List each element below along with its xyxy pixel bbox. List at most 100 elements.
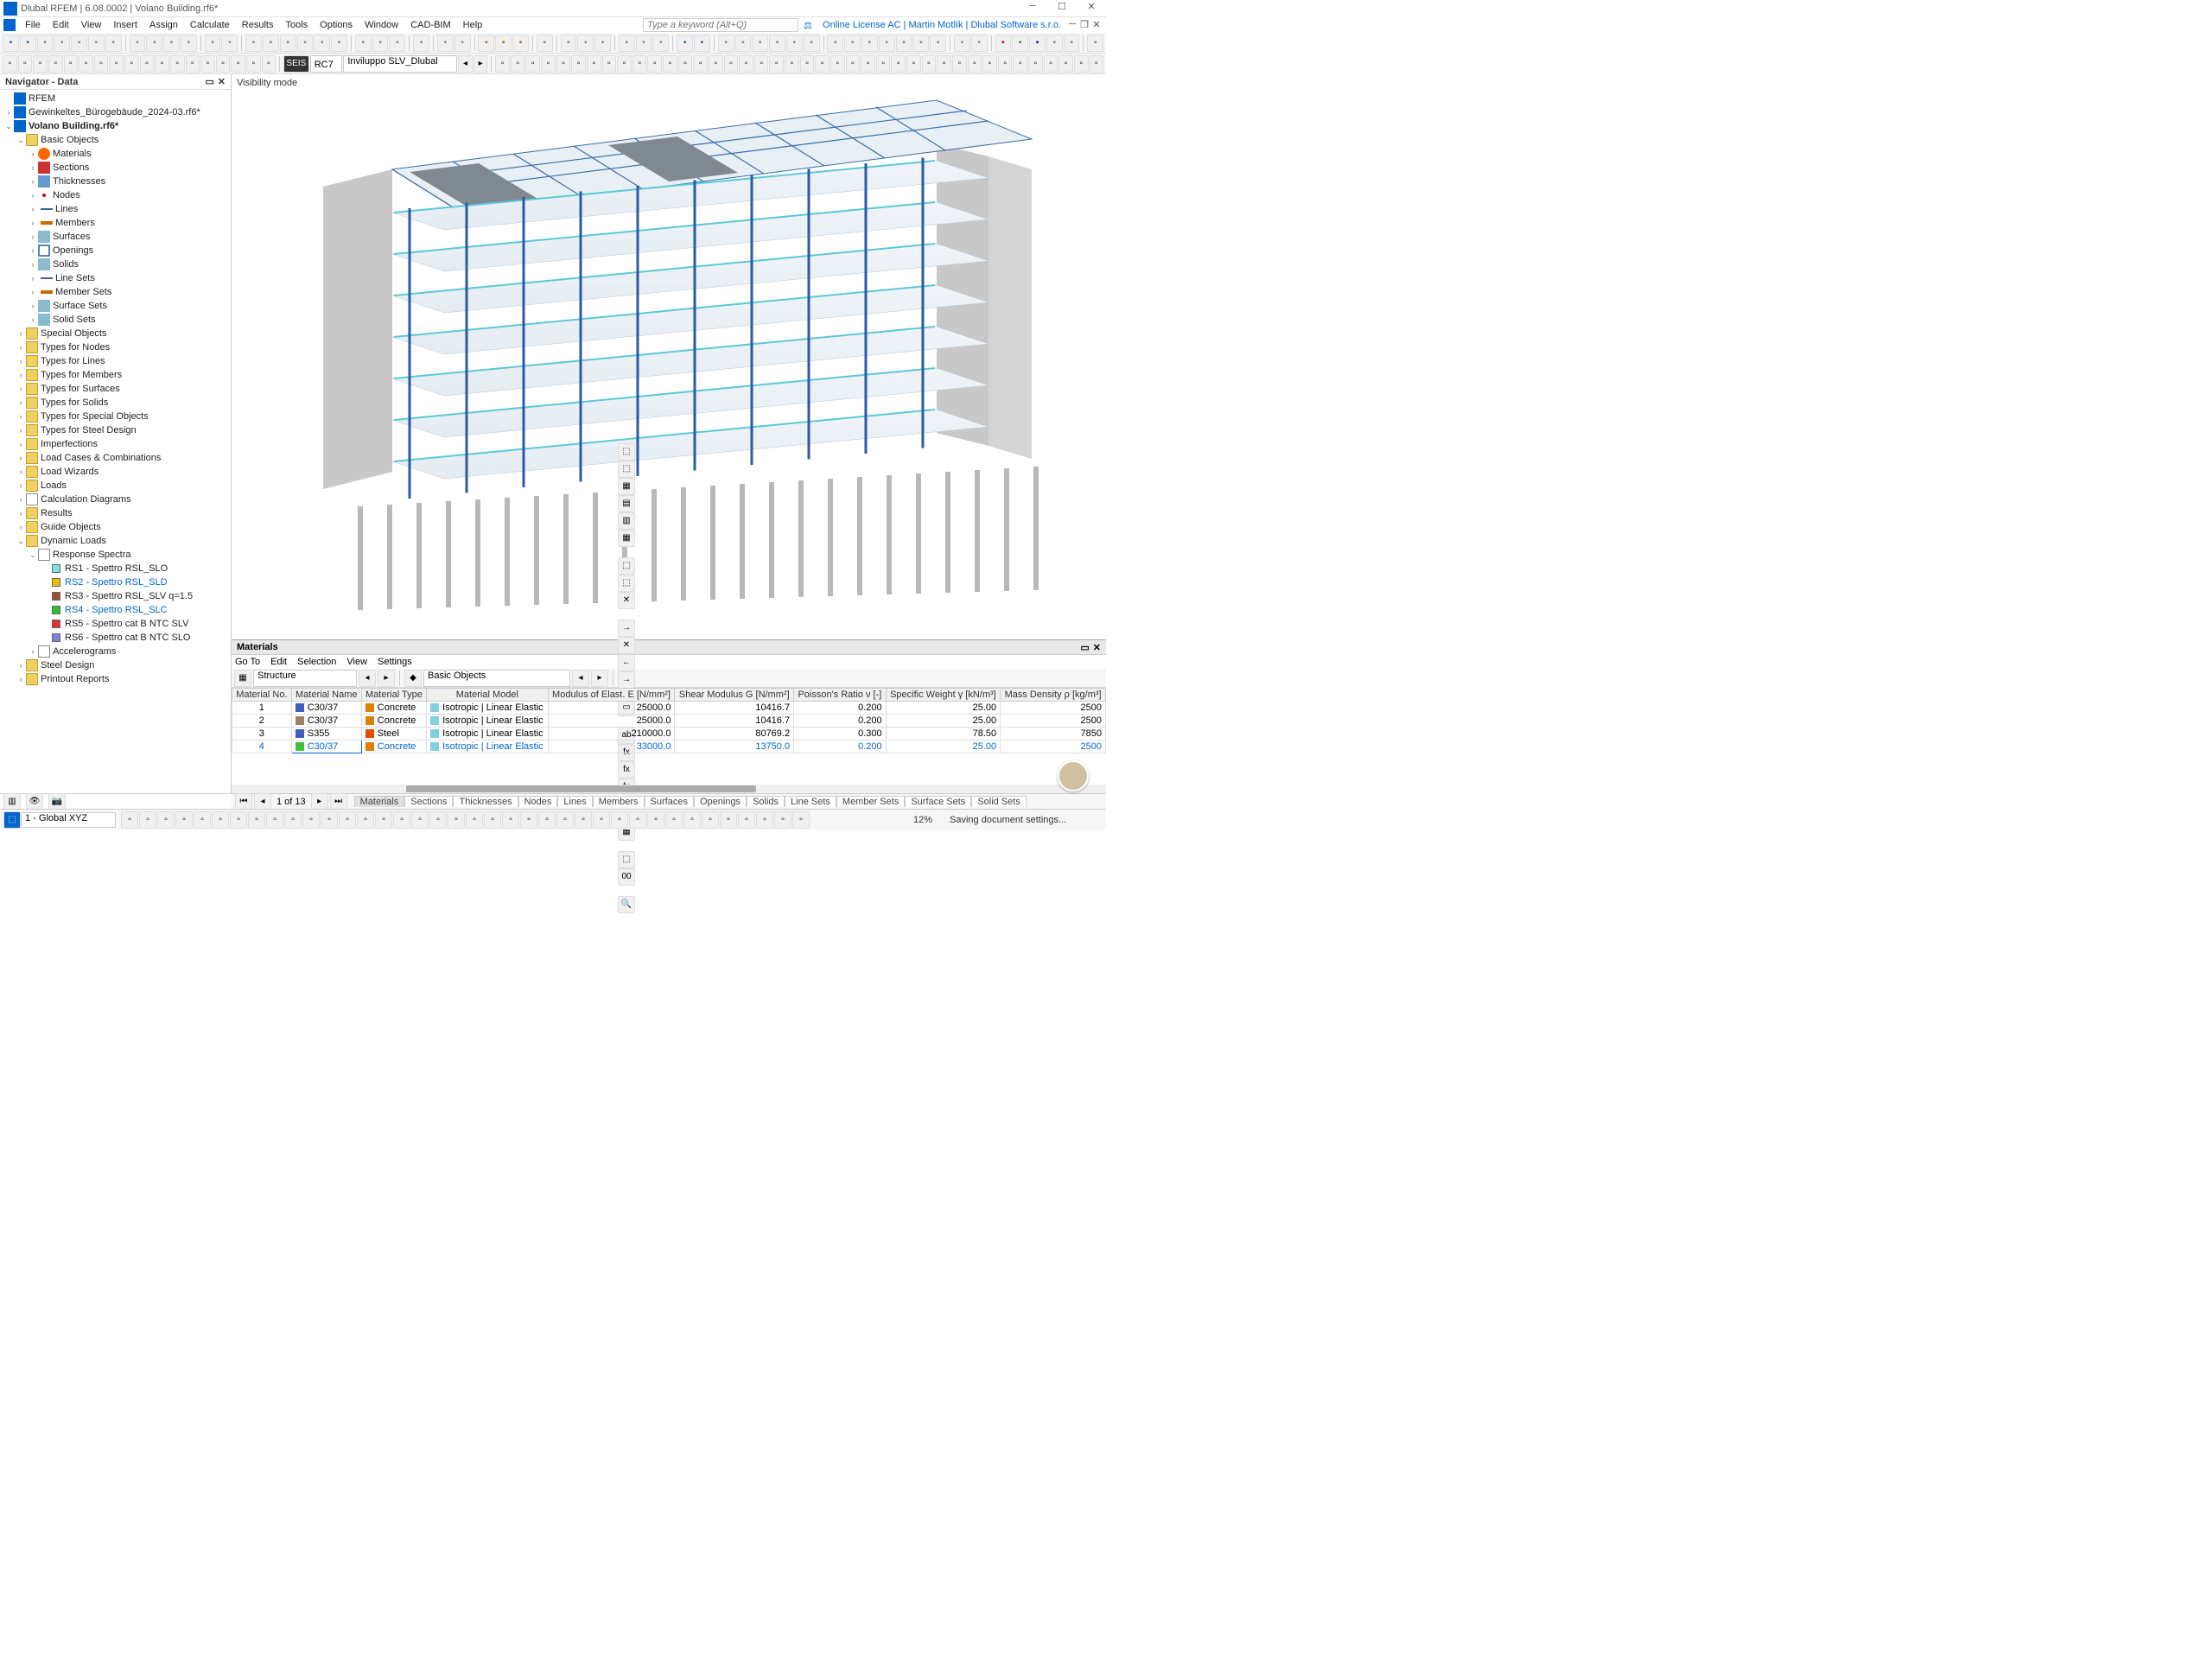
tree-solids[interactable]: › Solids: [0, 257, 231, 271]
materials-undock-button[interactable]: ▭: [1080, 642, 1089, 653]
tb2-btn-3[interactable]: ▫: [48, 55, 63, 73]
tb2-r-25[interactable]: ▫: [876, 55, 891, 73]
mtb-26[interactable]: ⬚: [618, 851, 635, 868]
tb1-btn-70[interactable]: ▪: [1046, 35, 1063, 52]
tb2-r-10[interactable]: ▫: [647, 55, 662, 73]
tab-sections[interactable]: Sections: [404, 796, 453, 807]
tb2-r-11[interactable]: ▫: [663, 55, 677, 73]
tree-special objects[interactable]: › Special Objects: [0, 327, 231, 340]
table-row[interactable]: 3 S355 Steel Isotropic | Linear Elastic …: [232, 728, 1106, 741]
bb-btn-29[interactable]: ▫: [647, 811, 664, 829]
tree-basic objects[interactable]: ⌄ Basic Objects: [0, 133, 231, 147]
tree-rs2 - spettro rsl_sld[interactable]: RS2 - Spettro RSL_SLD: [0, 575, 231, 589]
tb1-btn-1[interactable]: ▪: [20, 35, 36, 52]
tb2-r-16[interactable]: ▫: [739, 55, 753, 73]
prev-page-button[interactable]: ◂: [254, 793, 271, 810]
bb-btn-12[interactable]: ▫: [339, 811, 356, 829]
col-header[interactable]: Poisson's Ratio ν [-]: [794, 689, 887, 702]
tree-dynamic loads[interactable]: ⌄ Dynamic Loads: [0, 534, 231, 548]
tb1-btn-54[interactable]: ▪: [804, 35, 820, 52]
eye-icon[interactable]: 👁: [26, 793, 43, 810]
tree-lines[interactable]: › Lines: [0, 202, 231, 216]
tb1-btn-30[interactable]: ▪: [454, 35, 471, 52]
tb1-btn-34[interactable]: ▪: [512, 35, 529, 52]
tb1-btn-18[interactable]: ▪: [280, 35, 296, 52]
tb2-btn-8[interactable]: ▫: [124, 55, 139, 73]
prev-button[interactable]: ◂: [359, 670, 376, 687]
tb1-btn-39[interactable]: ▪: [577, 35, 594, 52]
tb2-r-4[interactable]: ▫: [556, 55, 571, 73]
tb1-btn-36[interactable]: ▪: [537, 35, 553, 52]
mat-menu-go-to[interactable]: Go To: [235, 657, 260, 667]
tb2-r-31[interactable]: ▫: [968, 55, 982, 73]
bb-btn-15[interactable]: ▫: [393, 811, 410, 829]
tb2-btn-12[interactable]: ▫: [186, 55, 200, 73]
tb1-btn-2[interactable]: ▪: [37, 35, 54, 52]
tree-surfaces[interactable]: › Surfaces: [0, 230, 231, 244]
coord-system-combo[interactable]: 1 - Global XYZ: [21, 812, 116, 828]
tb1-btn-64[interactable]: ▪: [954, 35, 970, 52]
tb1-btn-38[interactable]: ▪: [561, 35, 577, 52]
tb2-r-27[interactable]: ▫: [906, 55, 921, 73]
tb2-r-34[interactable]: ▫: [1013, 55, 1027, 73]
col-header[interactable]: Mass Density ρ [kg/m³]: [1001, 689, 1106, 702]
tree-printout reports[interactable]: › Printout Reports: [0, 672, 231, 686]
tree-rs6 - spettro cat b ntc slo[interactable]: RS6 - Spettro cat B NTC SLO: [0, 631, 231, 645]
col-header[interactable]: Specific Weight γ [kN/m³]: [886, 689, 1001, 702]
mtb-29[interactable]: 🔍: [618, 896, 635, 913]
next-page-button[interactable]: ▸: [311, 793, 328, 810]
tree-surface sets[interactable]: › Surface Sets: [0, 299, 231, 313]
menu-insert[interactable]: Insert: [107, 20, 143, 30]
col-header[interactable]: Material Name: [291, 689, 361, 702]
materials-table[interactable]: Material No.Material NameMaterial TypeMa…: [232, 688, 1106, 785]
structure-combo[interactable]: Structure: [253, 670, 357, 687]
tab-nodes[interactable]: Nodes: [518, 796, 558, 807]
tb1-btn-58[interactable]: ▪: [861, 35, 878, 52]
tree-accelerograms[interactable]: › Accelerograms: [0, 645, 231, 658]
bb-btn-19[interactable]: ▫: [466, 811, 483, 829]
seis-badge[interactable]: SEIS: [283, 55, 309, 73]
tab-lines[interactable]: Lines: [557, 796, 592, 807]
tb1-btn-17[interactable]: ▪: [263, 35, 279, 52]
tb2-r-13[interactable]: ▫: [693, 55, 708, 73]
materials-hscroll[interactable]: [232, 785, 1106, 793]
bb-btn-17[interactable]: ▫: [429, 811, 447, 829]
tb2-r-2[interactable]: ▫: [525, 55, 540, 73]
bb-btn-35[interactable]: ▫: [756, 811, 773, 829]
tb2-btn-17[interactable]: ▫: [262, 55, 276, 73]
tb2-btn-4[interactable]: ▫: [64, 55, 79, 73]
tb2-r-22[interactable]: ▫: [830, 55, 845, 73]
tb2-r-14[interactable]: ▫: [709, 55, 723, 73]
tb1-btn-6[interactable]: ▪: [105, 35, 122, 52]
tb1-btn-61[interactable]: ▪: [912, 35, 929, 52]
tb1-btn-4[interactable]: ▪: [71, 35, 87, 52]
bb-btn-23[interactable]: ▫: [538, 811, 556, 829]
tb2-r-15[interactable]: ▫: [724, 55, 739, 73]
tb1-btn-57[interactable]: ▪: [844, 35, 861, 52]
tb2-btn-1[interactable]: ▫: [18, 55, 33, 73]
bb-btn-9[interactable]: ▫: [284, 811, 302, 829]
tb1-btn-42[interactable]: ▪: [619, 35, 635, 52]
tb2-r-37[interactable]: ▫: [1058, 55, 1073, 73]
mat-menu-edit[interactable]: Edit: [270, 657, 287, 667]
tb1-btn-33[interactable]: ▪: [495, 35, 512, 52]
mtb-8[interactable]: ⬚: [618, 575, 635, 592]
bb-btn-16[interactable]: ▫: [411, 811, 429, 829]
tb1-btn-44[interactable]: ▪: [652, 35, 669, 52]
tb2-r-30[interactable]: ▫: [952, 55, 967, 73]
case-combo[interactable]: Inviluppo SLV_Dlubal: [343, 55, 457, 73]
bb-btn-2[interactable]: ▫: [157, 811, 175, 829]
tb2-btn-5[interactable]: ▫: [79, 55, 93, 73]
navigator-undock-button[interactable]: ▭: [205, 76, 213, 87]
bb-btn-14[interactable]: ▫: [375, 811, 392, 829]
tb1-btn-29[interactable]: ▪: [437, 35, 454, 52]
tb1-btn-20[interactable]: ▪: [314, 35, 330, 52]
bb-btn-26[interactable]: ▫: [593, 811, 610, 829]
tb1-btn-53[interactable]: ▪: [786, 35, 803, 52]
tb2-r-36[interactable]: ▫: [1044, 55, 1058, 73]
tab-solid-sets[interactable]: Solid Sets: [971, 796, 1027, 807]
tb2-r-17[interactable]: ▫: [754, 55, 769, 73]
menu-cad-bim[interactable]: CAD-BIM: [404, 20, 456, 30]
tree-types for members[interactable]: › Types for Members: [0, 368, 231, 382]
tb1-btn-60[interactable]: ▪: [896, 35, 912, 52]
